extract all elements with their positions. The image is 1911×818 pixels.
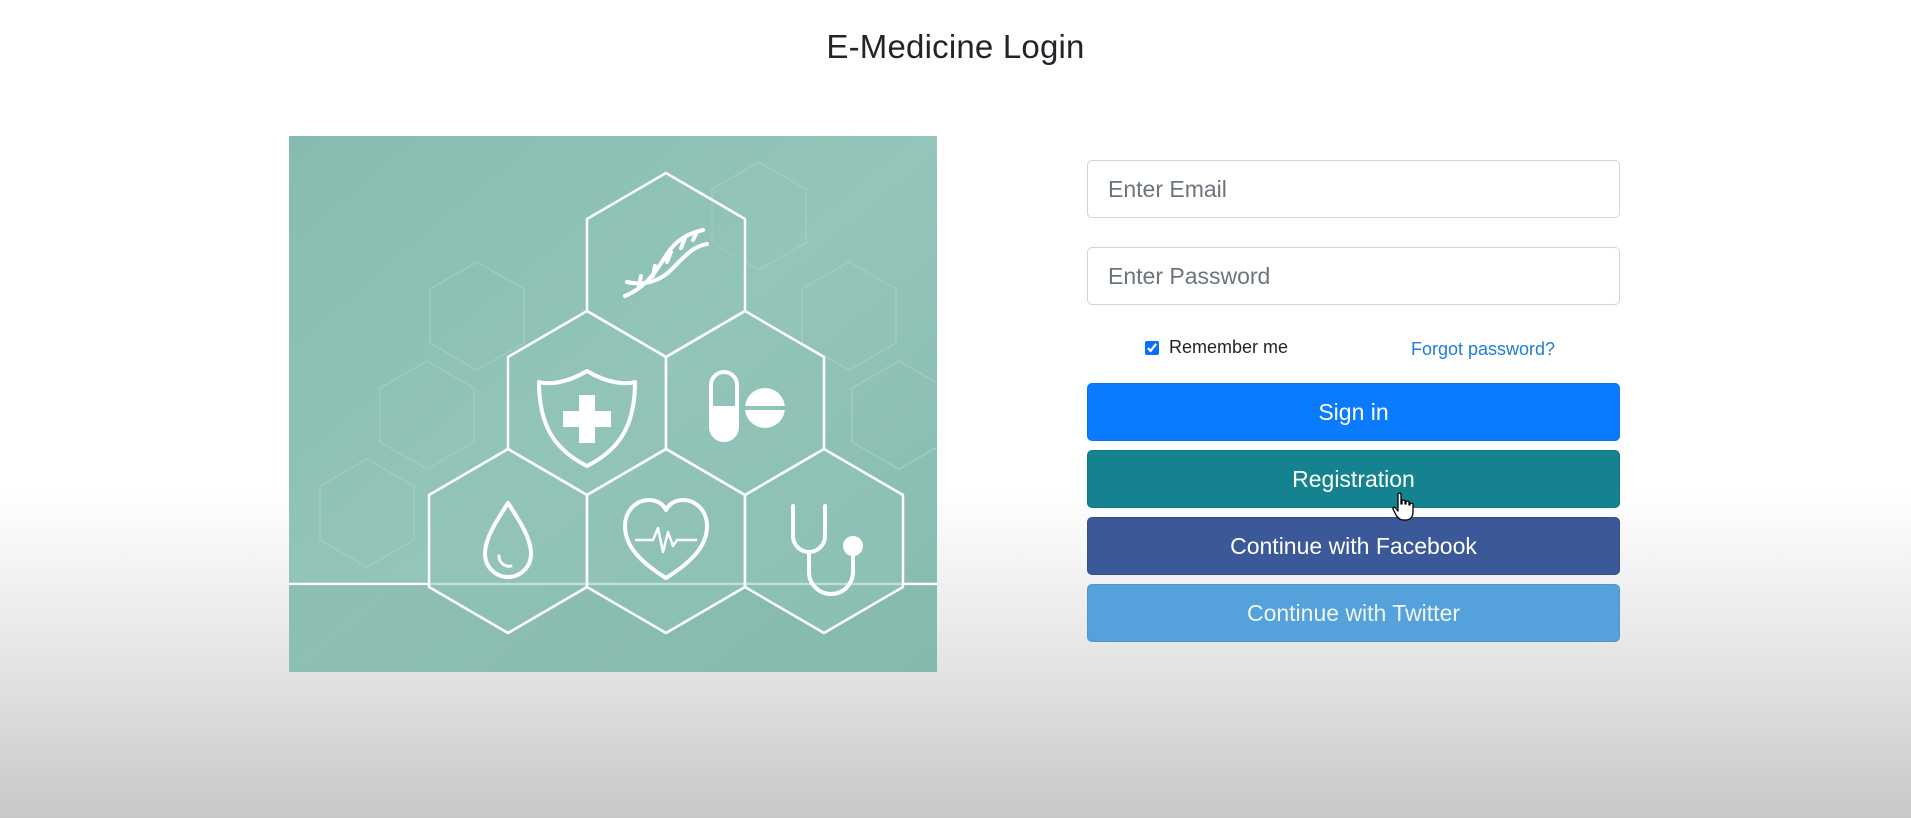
facebook-login-button[interactable]: Continue with Facebook [1087, 517, 1620, 575]
email-input[interactable] [1087, 160, 1620, 218]
registration-button[interactable]: Registration [1087, 450, 1620, 508]
forgot-password-link[interactable]: Forgot password? [1411, 339, 1555, 360]
hero-image [289, 136, 937, 672]
twitter-login-button[interactable]: Continue with Twitter [1087, 584, 1620, 642]
remember-me[interactable]: Remember me [1145, 337, 1288, 358]
password-input[interactable] [1087, 247, 1620, 305]
page-title: E-Medicine Login [826, 28, 1085, 65]
sign-in-button[interactable]: Sign in [1087, 383, 1620, 441]
form-options-row: Remember me Forgot password? [1087, 332, 1620, 372]
login-form: Remember me Forgot password? Sign in Reg… [1087, 160, 1620, 642]
remember-me-label: Remember me [1169, 337, 1289, 357]
remember-me-checkbox[interactable] [1145, 340, 1159, 355]
